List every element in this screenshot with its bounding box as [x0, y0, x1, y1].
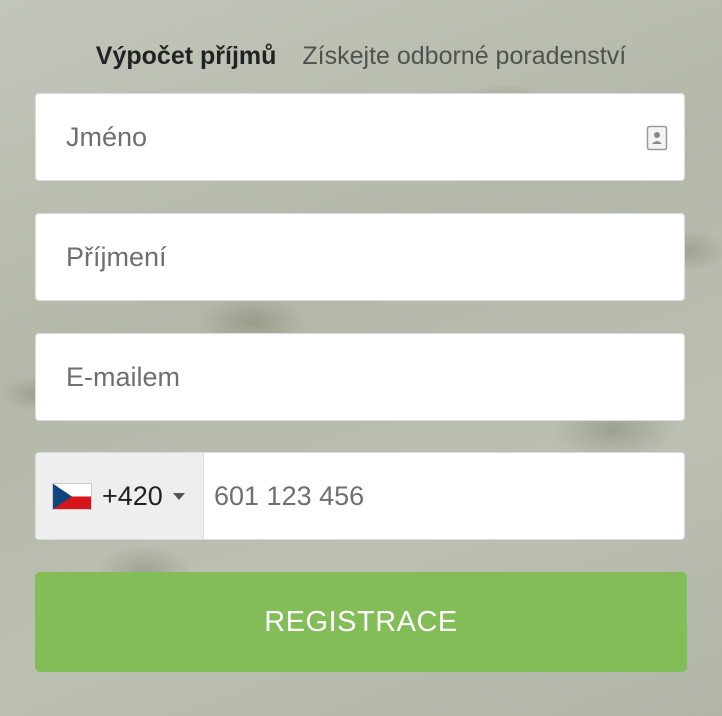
first-name-field: [35, 93, 685, 181]
tab-income-calculation[interactable]: Výpočet příjmů: [96, 42, 277, 71]
phone-input[interactable]: [204, 453, 684, 539]
email-input[interactable]: [36, 334, 684, 420]
form-tabs: Výpočet příjmů Získejte odborné poradens…: [0, 36, 722, 76]
last-name-input[interactable]: [36, 214, 684, 300]
phone-field: +420: [35, 452, 685, 540]
register-button[interactable]: REGISTRACE: [35, 572, 687, 672]
contact-card-icon[interactable]: [646, 125, 668, 151]
country-code-selector[interactable]: +420: [36, 453, 204, 539]
first-name-input[interactable]: [36, 94, 684, 180]
email-field: [35, 333, 685, 421]
last-name-field: [35, 213, 685, 301]
tab-expert-advice[interactable]: Získejte odborné poradenství: [302, 42, 626, 71]
czech-flag-icon: [52, 482, 92, 510]
chevron-down-icon: [172, 492, 185, 500]
dial-code: +420: [102, 480, 163, 511]
